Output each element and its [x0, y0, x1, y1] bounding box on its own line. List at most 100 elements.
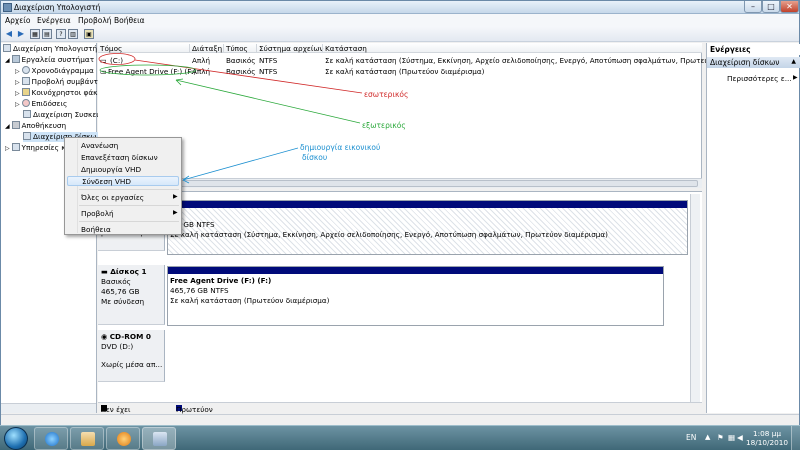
- taskbar-explorer[interactable]: [70, 427, 104, 450]
- show-desktop-button[interactable]: [791, 426, 800, 450]
- tree-item-performance[interactable]: ▷ Επιδόσεις: [15, 99, 67, 109]
- clock-icon: [21, 66, 30, 74]
- actions-section-disk-management[interactable]: Διαχείριση δίσκων ▲: [707, 57, 800, 68]
- more-actions-link[interactable]: Περισσότερες ε... ▶: [727, 74, 798, 83]
- menu-separator: [79, 221, 179, 222]
- tree-item-device-manager[interactable]: Διαχείριση Συσκευ: [23, 110, 101, 120]
- column-header-layout[interactable]: Διάταξη: [189, 44, 222, 53]
- cdrom-media: Χωρίς μέσα απ...: [101, 360, 163, 369]
- cdrom-drive: DVD (D:): [101, 342, 134, 351]
- disk-1-size: 465,76 GB: [101, 287, 140, 296]
- folder-icon: [81, 432, 95, 446]
- volume-icon: ▭: [100, 56, 107, 65]
- menu-item-attach-vhd[interactable]: Σύνδεση VHD: [67, 176, 179, 186]
- disk-view-vertical-scrollbar[interactable]: [690, 194, 700, 402]
- disk-1-name-row: ▬ Δίσκος 1: [101, 267, 164, 277]
- partition-c[interactable]: ) 51 GB NTFS Σε καλή κατάσταση (Σύστημα,…: [167, 200, 688, 255]
- network-icon[interactable]: ▦: [728, 433, 735, 442]
- computer-management-icon: [3, 3, 12, 12]
- tree-horizontal-scrollbar[interactable]: [1, 403, 96, 413]
- column-header-file-system[interactable]: Σύστημα αρχείων: [256, 44, 324, 53]
- language-indicator[interactable]: EN: [686, 433, 696, 442]
- menu-action[interactable]: Ενέργεια: [37, 16, 71, 25]
- partition-f[interactable]: Free Agent Drive (F:) (F:) 465,76 GB NTF…: [167, 266, 664, 326]
- tree-item-storage[interactable]: ◢ Αποθήκευση: [5, 121, 66, 131]
- partition-f-status: Σε καλή κατάσταση (Πρωτεύον διαμέρισμα): [170, 296, 330, 305]
- tree-item-computer-management[interactable]: Διαχείριση Υπολογιστή: [3, 44, 97, 54]
- menu-help[interactable]: Βοήθεια: [114, 16, 145, 25]
- partition-f-name: Free Agent Drive (F:) (F:): [170, 276, 272, 285]
- menu-item-help[interactable]: Βοήθεια: [81, 225, 111, 234]
- disk-1-label[interactable]: ▬ Δίσκος 1 Βασικός 465,76 GB Με σύνδεση: [98, 265, 165, 325]
- taskbar-computer-management[interactable]: [142, 427, 176, 450]
- menu-item-rescan-disks[interactable]: Επανεξέταση δίσκων: [81, 153, 158, 162]
- taskbar-media-player[interactable]: [106, 427, 140, 450]
- column-header-volume[interactable]: Τόμος: [98, 44, 122, 53]
- maximize-button[interactable]: □: [762, 1, 780, 13]
- taskbar-internet-explorer[interactable]: [34, 427, 68, 450]
- menu-item-view[interactable]: Προβολή ▶: [81, 209, 178, 218]
- volume-fs: NTFS: [259, 67, 278, 76]
- toolbar: ◀ ▶ ▦ ▤ ? ▥ ▣: [1, 26, 799, 42]
- volume-list-horizontal-scrollbar[interactable]: [98, 178, 702, 188]
- menu-item-all-tasks[interactable]: Όλες οι εργασίες ▶: [81, 193, 178, 202]
- back-arrow-icon[interactable]: ◀: [4, 29, 14, 39]
- services-icon: [11, 143, 20, 151]
- volume-layout: Απλή: [192, 67, 211, 76]
- title-bar[interactable]: Διαχείριση Υπολογιστή – □ ✕: [1, 1, 799, 14]
- collapse-arrow-icon[interactable]: ▷: [15, 101, 22, 108]
- menu-item-create-vhd[interactable]: Δημιουργία VHD: [81, 165, 141, 174]
- partition-f-size: 465,76 GB NTFS: [170, 286, 229, 295]
- collapse-up-icon[interactable]: ▲: [791, 58, 796, 65]
- console-view-icon[interactable]: ▥: [68, 29, 78, 39]
- tree-item-event-viewer[interactable]: ▷ Προβολή συμβάντ: [15, 77, 98, 87]
- show-hidden-icons-icon[interactable]: ▲: [705, 433, 710, 441]
- status-bar: [1, 414, 799, 425]
- submenu-arrow-icon: ▶: [173, 209, 178, 216]
- menu-item-refresh[interactable]: Ανανέωση: [81, 141, 118, 150]
- properties-icon[interactable]: ▣: [84, 29, 94, 39]
- submenu-arrow-icon: ▶: [793, 74, 798, 81]
- tree-item-system-tools[interactable]: ◢ Εργαλεία συστήματ: [5, 55, 94, 65]
- tree-item-task-scheduler[interactable]: ▷ Χρονοδιάγραμμα: [15, 66, 94, 76]
- menu-bar: Αρχείο Ενέργεια Προβολή Βοήθεια: [1, 14, 799, 26]
- volume-name: Free Agent Drive (F:) (F:): [108, 67, 197, 76]
- action-center-icon[interactable]: ⚑: [717, 433, 724, 442]
- volume-icon: ▭: [100, 67, 107, 76]
- menu-file[interactable]: Αρχείο: [5, 16, 30, 25]
- close-button[interactable]: ✕: [780, 1, 799, 13]
- event-viewer-icon: [21, 77, 30, 85]
- clock[interactable]: 1:08 μμ 18/10/2010: [746, 429, 788, 447]
- column-header-type[interactable]: Τύπος: [223, 44, 248, 53]
- forward-arrow-icon[interactable]: ▶: [16, 29, 26, 39]
- up-level-icon[interactable]: ▦: [30, 29, 40, 39]
- start-button[interactable]: [4, 427, 28, 450]
- disk-graphical-view: με σύνδεση ) 51 GB NTFS Σε καλή κατάστασ…: [98, 191, 702, 413]
- legend: Δεν έχει εκχωρηθεί Πρωτεύον διαμέρισμα: [98, 402, 702, 423]
- taskbar: EN ▲ ⚑ ▦ ◀ 1:08 μμ 18/10/2010: [0, 425, 800, 450]
- help-icon[interactable]: ?: [56, 29, 66, 39]
- column-header-status[interactable]: Κατάσταση: [322, 44, 367, 53]
- volume-icon[interactable]: ◀: [737, 433, 743, 442]
- minimize-button[interactable]: –: [744, 1, 762, 13]
- tree-item-services[interactable]: ▷ Υπηρεσίες κ: [5, 143, 66, 153]
- disk-1-kind: Βασικός: [101, 277, 131, 286]
- device-manager-icon: [23, 110, 31, 118]
- volume-row[interactable]: ▭ Free Agent Drive (F:) (F:) Απλή Βασικό…: [98, 66, 702, 76]
- tree-item-shared-folders[interactable]: ▷ Κοινόχρηστοι φάκ: [15, 88, 97, 98]
- cdrom-0-label[interactable]: ◉ CD-ROM 0 DVD (D:) Χωρίς μέσα απ...: [98, 330, 165, 382]
- disk-1-name: Δίσκος 1: [110, 267, 147, 276]
- cdrom-name: CD-ROM 0: [109, 332, 151, 341]
- show-hide-tree-icon[interactable]: ▤: [42, 29, 52, 39]
- scrollbar-thumb[interactable]: [100, 180, 698, 187]
- volume-row[interactable]: ▭ (C:) Απλή Βασικός NTFS Σε καλή κατάστα…: [98, 55, 731, 65]
- tools-icon: [11, 55, 20, 63]
- collapse-arrow-icon[interactable]: ▷: [15, 68, 22, 75]
- disk-1-state: Με σύνδεση: [101, 297, 145, 306]
- volume-fs: NTFS: [259, 56, 278, 65]
- volume-type: Βασικός: [226, 67, 256, 76]
- annotation-virtual-line-2: δίσκου: [302, 153, 328, 162]
- annotation-internal: εσωτερικός: [364, 90, 409, 99]
- partition-c-name: ): [170, 210, 608, 220]
- menu-view[interactable]: Προβολή: [78, 16, 112, 25]
